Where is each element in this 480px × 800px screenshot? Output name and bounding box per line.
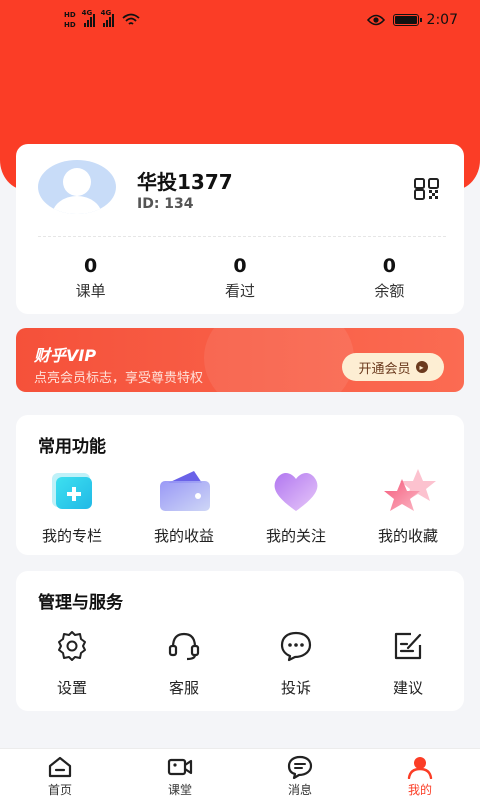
stat-label: 课单 <box>75 282 106 300</box>
section-title: 常用功能 <box>38 437 106 457</box>
suggestion-item[interactable]: 建议 <box>352 629 464 698</box>
gear-icon <box>58 631 86 661</box>
my-earnings-item[interactable]: 我的收益 <box>128 467 240 546</box>
hd-indicator: HD HD <box>64 11 76 29</box>
edit-note-icon <box>394 632 422 660</box>
grid-label: 我的收藏 <box>377 527 438 545</box>
stat-value: 0 <box>382 255 396 277</box>
grid-label: 我的专栏 <box>41 527 102 545</box>
clock: 2:07 <box>426 12 458 28</box>
tab-mine[interactable]: 我的 <box>360 749 480 800</box>
tab-home[interactable]: 首页 <box>0 749 120 800</box>
headset-icon <box>168 632 200 661</box>
stat-value: 0 <box>84 255 98 277</box>
stat-label: 余额 <box>374 282 405 300</box>
eye-icon <box>366 14 385 26</box>
message-icon <box>287 755 313 779</box>
tab-classroom[interactable]: 课堂 <box>120 749 240 800</box>
settings-item[interactable]: 设置 <box>16 629 128 698</box>
common-functions-card: 常用功能 我的专栏 我的收益 我的关注 我的收藏 <box>16 415 464 555</box>
tab-label: 我的 <box>407 783 432 797</box>
chevron-right-icon: ▸ <box>415 361 428 373</box>
column-icon <box>52 473 92 509</box>
battery-icon <box>392 14 422 26</box>
open-membership-label: 开通会员 <box>358 361 411 377</box>
stat-courses[interactable]: 0 课单 <box>16 254 165 301</box>
video-camera-icon <box>167 758 193 776</box>
wallet-icon <box>160 471 210 511</box>
qr-code-icon[interactable] <box>414 178 440 200</box>
bottom-tab-bar: 首页 课堂 消息 我的 <box>0 748 480 800</box>
chat-bubble-icon <box>280 631 312 662</box>
stat-label: 看过 <box>224 282 255 300</box>
cell-signal-icon: 4G <box>82 9 95 27</box>
profile-card: 华投1377 ID: 134 0 课单 0 看过 0 余额 <box>16 144 464 314</box>
vip-title: 财乎VIP <box>34 346 97 365</box>
grid-label: 客服 <box>168 679 199 697</box>
grid-label: 建议 <box>392 679 423 697</box>
status-bar: HD HD 4G 4G 2:07 <box>0 0 480 44</box>
divider <box>38 236 446 237</box>
avatar[interactable] <box>38 160 116 214</box>
stats-row: 0 课单 0 看过 0 余额 <box>16 254 464 301</box>
wifi-icon <box>122 13 140 25</box>
stat-viewed[interactable]: 0 看过 <box>165 254 314 301</box>
tab-label: 首页 <box>47 783 72 797</box>
tab-label: 课堂 <box>167 783 192 797</box>
open-membership-button[interactable]: 开通会员 ▸ <box>342 353 444 381</box>
customer-service-item[interactable]: 客服 <box>128 629 240 698</box>
heart-icon <box>274 472 318 511</box>
tab-label: 消息 <box>287 783 312 797</box>
star-icon <box>384 469 436 511</box>
complaint-item[interactable]: 投诉 <box>240 629 352 698</box>
grid-label: 我的收益 <box>153 527 214 545</box>
grid-label: 设置 <box>56 679 87 697</box>
cell-signal-icon-2: 4G <box>101 9 114 27</box>
user-icon <box>407 757 433 779</box>
section-title: 管理与服务 <box>38 593 123 613</box>
username: 华投1377 <box>137 170 233 194</box>
management-card: 管理与服务 设置 客服 投诉 建议 <box>16 571 464 711</box>
stat-value: 0 <box>233 255 247 277</box>
home-icon <box>48 756 72 778</box>
my-column-item[interactable]: 我的专栏 <box>16 467 128 546</box>
my-follows-item[interactable]: 我的关注 <box>240 467 352 546</box>
vip-banner[interactable]: 财乎VIP 点亮会员标志，享受尊贵特权 开通会员 ▸ <box>16 328 464 392</box>
stat-balance[interactable]: 0 余额 <box>315 254 464 301</box>
grid-label: 投诉 <box>280 679 311 697</box>
grid-label: 我的关注 <box>265 527 326 545</box>
user-id: ID: 134 <box>137 196 194 212</box>
vip-subtitle: 点亮会员标志，享受尊贵特权 <box>34 371 204 386</box>
my-favorites-item[interactable]: 我的收藏 <box>352 467 464 546</box>
tab-messages[interactable]: 消息 <box>240 749 360 800</box>
